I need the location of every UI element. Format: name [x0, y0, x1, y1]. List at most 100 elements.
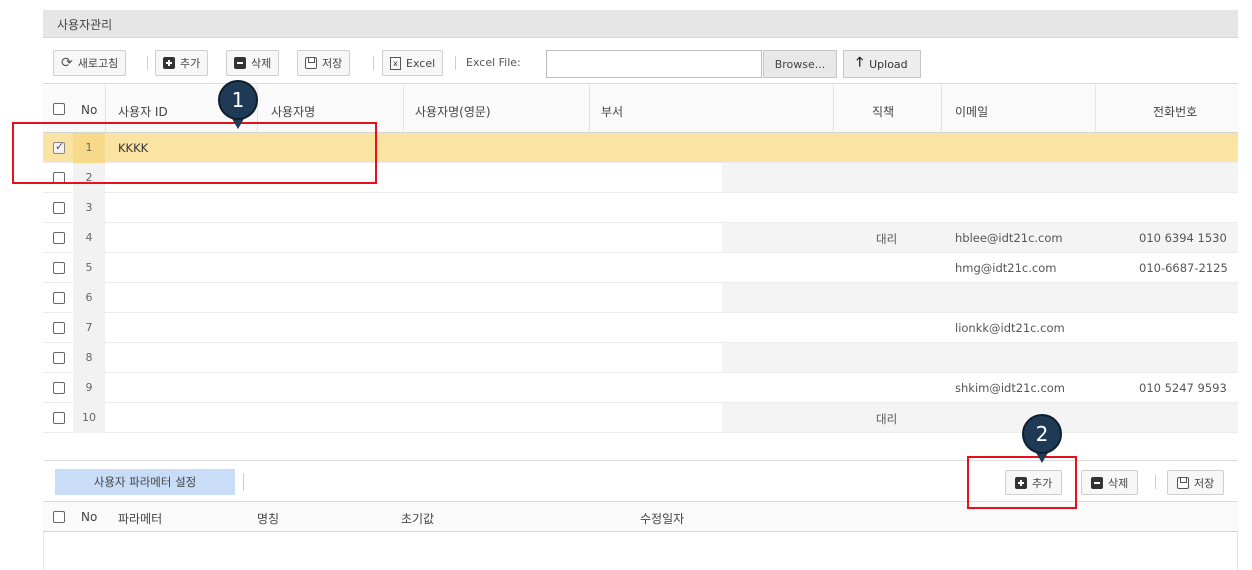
header-user-name[interactable]: 사용자명 — [271, 103, 315, 120]
panel-title-bar: 사용자관리 — [43, 10, 1238, 38]
header-parameter[interactable]: 파라메터 — [118, 510, 162, 527]
row-background — [722, 193, 1238, 222]
browse-button[interactable]: Browse... — [763, 50, 837, 78]
row-background — [722, 133, 1238, 162]
header-user-name-en[interactable]: 사용자명(영문) — [415, 103, 491, 120]
header-phone[interactable]: 전화번호 — [1153, 103, 1197, 120]
row-number: 7 — [85, 321, 93, 334]
column-divider — [589, 85, 590, 133]
excel-file-input[interactable] — [546, 50, 762, 78]
phone-cell[interactable]: 010 5247 9593 — [1139, 381, 1227, 395]
column-divider — [403, 85, 404, 133]
parameter-grid-body — [43, 532, 1238, 570]
annotation-number: 1 — [231, 88, 245, 112]
row-number: 4 — [85, 231, 93, 244]
header-no[interactable]: No — [81, 103, 97, 117]
arrow-up-icon: 🡑 — [856, 55, 864, 70]
table-row[interactable]: 7 lionkk@idt21c.com — [43, 313, 1238, 343]
header-user-id[interactable]: 사용자 ID — [118, 103, 168, 120]
row-number: 3 — [85, 201, 93, 214]
browse-label: Browse... — [774, 57, 826, 71]
table-row[interactable]: 5 hmg@idt21c.com 010-6687-2125 — [43, 253, 1238, 283]
parameter-save-button[interactable]: 저장 — [1167, 470, 1225, 495]
add-button[interactable]: 추가 — [155, 50, 209, 76]
row-number: 5 — [85, 261, 93, 274]
row-checkbox[interactable] — [53, 322, 65, 334]
annotation-marker: 1 — [218, 80, 258, 120]
table-row[interactable]: 3 — [43, 193, 1238, 223]
email-cell[interactable]: shkim@idt21c.com — [955, 381, 1065, 395]
toolbar-divider — [243, 473, 244, 491]
position-cell[interactable]: 대리 — [876, 411, 897, 427]
annotation-number: 2 — [1035, 422, 1049, 446]
phone-cell[interactable]: 010 6394 1530 — [1139, 231, 1227, 245]
excel-file-label: Excel File: — [466, 56, 521, 69]
annotation-marker: 2 — [1022, 414, 1062, 454]
row-background — [722, 403, 1238, 432]
email-cell[interactable]: hblee@idt21c.com — [955, 231, 1063, 245]
header-modified-date[interactable]: 수정일자 — [640, 510, 684, 527]
row-checkbox[interactable] — [53, 292, 65, 304]
annotation-highlight-box — [967, 456, 1077, 509]
toolbar-divider — [373, 56, 374, 70]
tab-user-parameter-settings[interactable]: 사용자 파라메터 설정 — [55, 469, 235, 495]
column-divider — [1095, 85, 1096, 133]
tab-label: 사용자 파라메터 설정 — [93, 475, 197, 489]
row-checkbox[interactable] — [53, 232, 65, 244]
excel-label: Excel — [406, 56, 436, 70]
plus-icon — [163, 57, 175, 69]
column-divider — [833, 85, 834, 133]
row-background — [722, 343, 1238, 372]
upload-label: Upload — [869, 57, 908, 71]
row-number: 10 — [82, 411, 96, 424]
upload-button[interactable]: 🡑 Upload — [843, 50, 921, 78]
parameter-select-all-checkbox[interactable] — [53, 511, 65, 523]
header-name[interactable]: 명칭 — [257, 510, 279, 527]
refresh-label: 새로고침 — [77, 57, 119, 70]
excel-icon: x — [390, 56, 401, 70]
delete-button[interactable]: 삭제 — [226, 50, 280, 76]
header-position[interactable]: 직책 — [872, 103, 894, 120]
table-row[interactable]: 9 shkim@idt21c.com 010 5247 9593 — [43, 373, 1238, 403]
row-background — [722, 163, 1238, 192]
table-row[interactable]: 4 대리 hblee@idt21c.com 010 6394 1530 — [43, 223, 1238, 253]
toolbar-divider — [1155, 475, 1156, 489]
email-cell[interactable]: lionkk@idt21c.com — [955, 321, 1065, 335]
header-department[interactable]: 부서 — [601, 103, 623, 120]
column-divider — [941, 85, 942, 133]
row-checkbox[interactable] — [53, 262, 65, 274]
toolbar-divider — [147, 56, 148, 70]
save-label: 저장 — [322, 57, 343, 70]
delete-label: 삭제 — [1108, 476, 1129, 490]
header-email[interactable]: 이메일 — [955, 103, 988, 120]
row-checkbox[interactable] — [53, 352, 65, 364]
row-background — [722, 283, 1238, 312]
toolbar: ⟳ 새로고침 추가 삭제 저장 x Excel Excel File: Brow… — [43, 38, 1238, 84]
excel-button[interactable]: x Excel — [382, 50, 444, 76]
save-button[interactable]: 저장 — [297, 50, 351, 76]
header-no[interactable]: No — [81, 510, 97, 524]
table-row[interactable]: 6 — [43, 283, 1238, 313]
save-icon — [1177, 476, 1189, 489]
row-checkbox[interactable] — [53, 412, 65, 424]
save-label: 저장 — [1194, 476, 1215, 490]
row-number: 9 — [85, 381, 93, 394]
table-row[interactable]: 8 — [43, 343, 1238, 373]
row-number: 8 — [85, 351, 93, 364]
row-checkbox[interactable] — [53, 382, 65, 394]
header-initial-value[interactable]: 초기값 — [401, 510, 434, 527]
annotation-highlight-box — [12, 122, 377, 184]
delete-label: 삭제 — [251, 57, 272, 70]
refresh-button[interactable]: ⟳ 새로고침 — [53, 50, 127, 76]
minus-icon — [234, 57, 246, 69]
parameter-delete-button[interactable]: 삭제 — [1081, 470, 1139, 495]
select-all-checkbox[interactable] — [53, 103, 65, 115]
row-checkbox[interactable] — [53, 202, 65, 214]
position-cell[interactable]: 대리 — [876, 231, 897, 247]
panel-title: 사용자관리 — [57, 18, 113, 32]
toolbar-divider — [455, 56, 456, 70]
add-label: 추가 — [180, 57, 201, 70]
phone-cell[interactable]: 010-6687-2125 — [1139, 261, 1228, 275]
row-number: 6 — [85, 291, 93, 304]
email-cell[interactable]: hmg@idt21c.com — [955, 261, 1056, 275]
